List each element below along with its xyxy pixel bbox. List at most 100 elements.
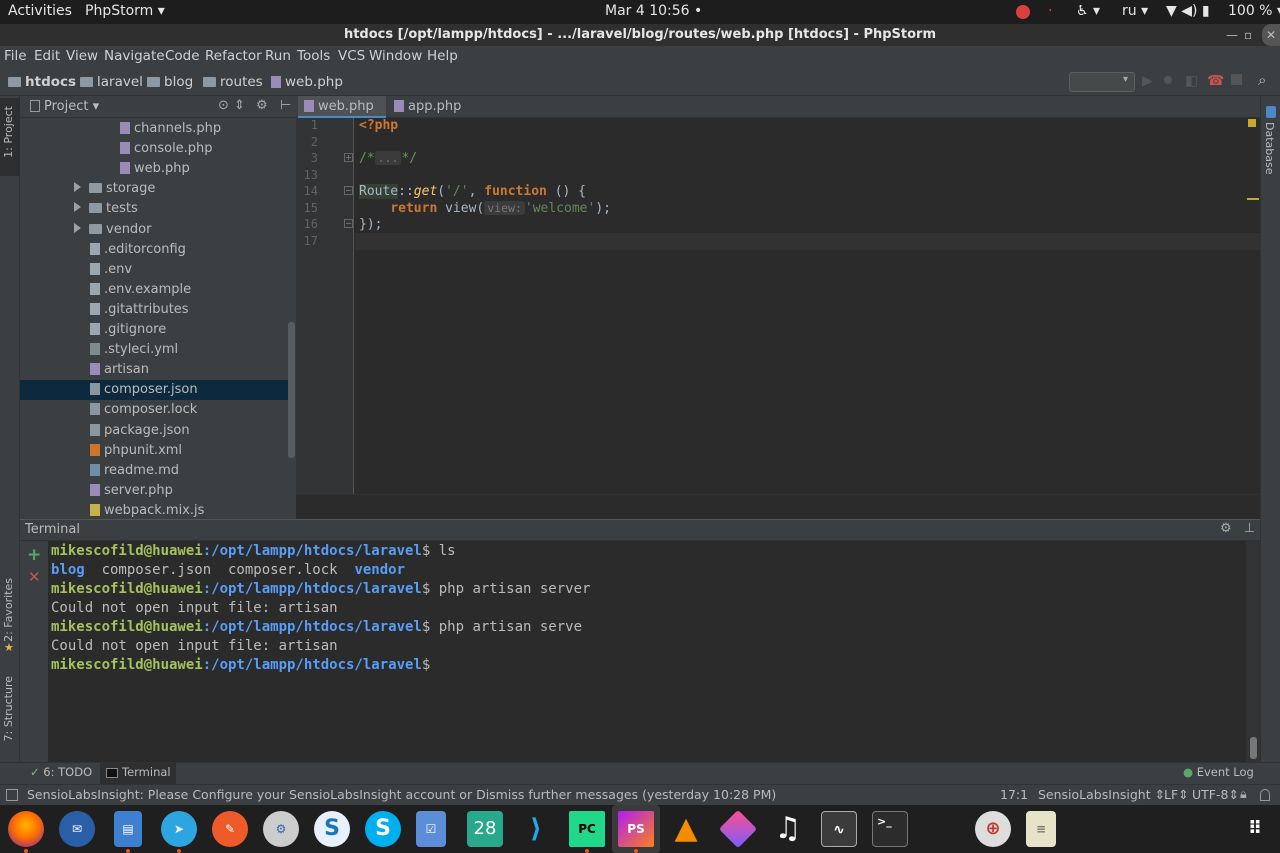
expand-arrow-icon[interactable] xyxy=(74,222,81,233)
menu-run[interactable]: Run xyxy=(265,48,291,64)
expand-arrow-icon[interactable] xyxy=(74,182,81,193)
maximize-icon[interactable]: ▫ xyxy=(1244,24,1252,46)
menu-code[interactable]: Code xyxy=(165,48,200,64)
event-log-button[interactable]: ● Event Log xyxy=(1183,765,1254,779)
tree-item[interactable]: artisan xyxy=(20,360,288,380)
fold-icon[interactable]: + xyxy=(344,153,353,162)
tool-windows-toggle-icon[interactable] xyxy=(6,789,18,801)
tree-item[interactable]: web.php xyxy=(20,159,288,179)
thunderbird-icon[interactable]: ✉ xyxy=(59,811,95,847)
php-debug-listen-icon[interactable]: ☎ xyxy=(1207,73,1224,89)
network-volume-icons[interactable]: ▼ ◀) ▮ xyxy=(1166,3,1210,19)
music-icon[interactable]: ♫ xyxy=(770,811,806,847)
menu-tools[interactable]: Tools xyxy=(297,48,330,64)
encoding-widget[interactable]: UTF-8⇕ xyxy=(1192,787,1239,802)
menu-view[interactable]: View xyxy=(66,48,98,64)
tree-item[interactable]: channels.php xyxy=(20,119,288,139)
kaku-icon[interactable] xyxy=(718,809,758,849)
menu-navigate[interactable]: Navigate xyxy=(104,48,165,64)
caret-position[interactable]: 17:1 xyxy=(1000,787,1028,802)
project-view-selector[interactable]: Project ▾ xyxy=(44,99,99,114)
menu-vcs[interactable]: VCS xyxy=(338,48,365,64)
inspection-status-icon[interactable] xyxy=(1248,119,1256,127)
tool-tab-database[interactable]: Database xyxy=(1263,122,1276,175)
calendar-icon[interactable]: 28 xyxy=(467,811,503,847)
breadcrumb-web-php[interactable]: web.php xyxy=(271,74,343,90)
clock[interactable]: Mar 4 10:56 • xyxy=(605,3,702,19)
vlc-icon[interactable]: ▲ xyxy=(668,811,704,847)
skype-icon[interactable]: S xyxy=(365,811,401,847)
breadcrumb-blog[interactable]: blog xyxy=(147,74,193,90)
fold-icon[interactable]: − xyxy=(344,219,353,228)
todo-app-icon[interactable]: ☑ xyxy=(416,811,446,847)
project-scrollbar[interactable] xyxy=(288,322,295,458)
notification-icon[interactable] xyxy=(1016,5,1030,19)
menu-file[interactable]: File xyxy=(4,48,27,64)
system-monitor-icon[interactable]: ∿ xyxy=(821,811,857,847)
menu-window[interactable]: Window xyxy=(369,48,422,64)
tree-item[interactable]: vendor xyxy=(20,220,288,240)
folded-comment[interactable]: ... xyxy=(374,151,402,165)
activities-button[interactable]: Activities xyxy=(8,3,72,19)
minimize-icon[interactable]: — xyxy=(1226,24,1238,46)
tab-app-php[interactable]: app.php × xyxy=(388,96,474,135)
tool-tab-project[interactable]: 1: Project xyxy=(2,106,15,158)
tree-item[interactable]: composer.json xyxy=(20,380,288,401)
search-icon[interactable]: ⌕ xyxy=(1258,71,1266,89)
pycharm-icon[interactable]: PC xyxy=(569,811,605,847)
tool-tab-todo[interactable]: ✓ 6: TODO xyxy=(30,765,92,779)
tree-item[interactable]: .env xyxy=(20,260,288,280)
tree-item[interactable]: phpunit.xml xyxy=(20,441,288,461)
tool-tab-terminal[interactable]: Terminal xyxy=(100,763,176,784)
close-session-icon[interactable]: ✕ xyxy=(28,568,41,586)
breadcrumb-routes[interactable]: routes xyxy=(203,74,263,90)
menu-refactor[interactable]: Refactor xyxy=(205,48,262,64)
battery-indicator[interactable]: 100 % ▾ xyxy=(1228,3,1280,19)
telegram-icon[interactable]: ➤ xyxy=(161,811,197,847)
phpstorm-icon[interactable]: PS xyxy=(618,811,654,847)
tree-item[interactable]: .styleci.yml xyxy=(20,340,288,360)
terminal-app-icon[interactable]: >_ xyxy=(872,811,908,847)
terminal-scrollbar[interactable] xyxy=(1246,541,1260,762)
system-settings-icon[interactable]: ⚙ xyxy=(263,811,299,847)
fold-icon[interactable]: − xyxy=(344,186,353,195)
locate-file-icon[interactable]: ⊙ xyxy=(218,98,229,113)
tree-item[interactable]: composer.lock xyxy=(20,400,288,420)
menu-edit[interactable]: Edit xyxy=(34,48,60,64)
menu-help[interactable]: Help xyxy=(427,48,458,64)
firefox-icon[interactable] xyxy=(8,811,44,847)
sensiolabs-widget[interactable]: SensioLabsInsight ⇕ xyxy=(1038,787,1165,802)
collapse-all-icon[interactable]: ⇕ xyxy=(234,98,245,113)
lock-icon[interactable]: 🔒︎ xyxy=(1240,786,1247,802)
simplenote-icon[interactable]: S xyxy=(314,811,350,847)
gear-icon[interactable]: ⚙ xyxy=(1220,521,1232,536)
line-separator-widget[interactable]: LF⇕ xyxy=(1164,787,1189,802)
terminal-scroll-thumb[interactable] xyxy=(1250,737,1257,759)
show-applications-icon[interactable]: ⠿ xyxy=(1237,811,1273,847)
hide-panel-icon[interactable]: ⊥ xyxy=(1244,521,1255,536)
tree-item[interactable]: package.json xyxy=(20,421,288,441)
code-editor[interactable]: <?php /*... */ Route::get('/', function (… xyxy=(355,118,1260,494)
notes-icon[interactable]: ≡ xyxy=(1026,811,1056,847)
tool-tab-favorites[interactable]: 2: Favorites xyxy=(2,578,15,642)
tree-item[interactable]: .gitignore xyxy=(20,320,288,340)
language-indicator[interactable]: ru ▾ xyxy=(1122,3,1148,19)
tree-item[interactable]: storage xyxy=(20,179,288,199)
inspector-icon[interactable] xyxy=(1260,789,1270,801)
tree-item[interactable]: .gitattributes xyxy=(20,300,288,320)
tab-web-php[interactable]: web.php × xyxy=(298,96,386,135)
warning-stripe[interactable] xyxy=(1247,198,1259,200)
run-config-dropdown[interactable]: ▾ xyxy=(1069,72,1135,92)
terminal-output[interactable]: mikescofild@huawei:/opt/lampp/htdocs/lar… xyxy=(48,541,1246,762)
new-session-icon[interactable]: + xyxy=(27,545,41,565)
gear-icon[interactable]: ⚙ xyxy=(256,98,268,113)
breadcrumb-laravel[interactable]: laravel xyxy=(80,74,143,90)
debug-icon[interactable]: ✹ xyxy=(1162,73,1174,89)
breadcrumb-htdocs[interactable]: htdocs xyxy=(8,74,76,90)
app-menu[interactable]: PhpStorm ▾ xyxy=(85,3,165,19)
stop-icon[interactable] xyxy=(1231,74,1242,85)
tree-item[interactable]: console.php xyxy=(20,139,288,159)
vscode-icon[interactable]: ⟩ xyxy=(518,811,554,847)
help-icon[interactable]: ⊕ xyxy=(975,811,1011,847)
tool-tab-structure[interactable]: 7: Structure xyxy=(2,676,15,741)
